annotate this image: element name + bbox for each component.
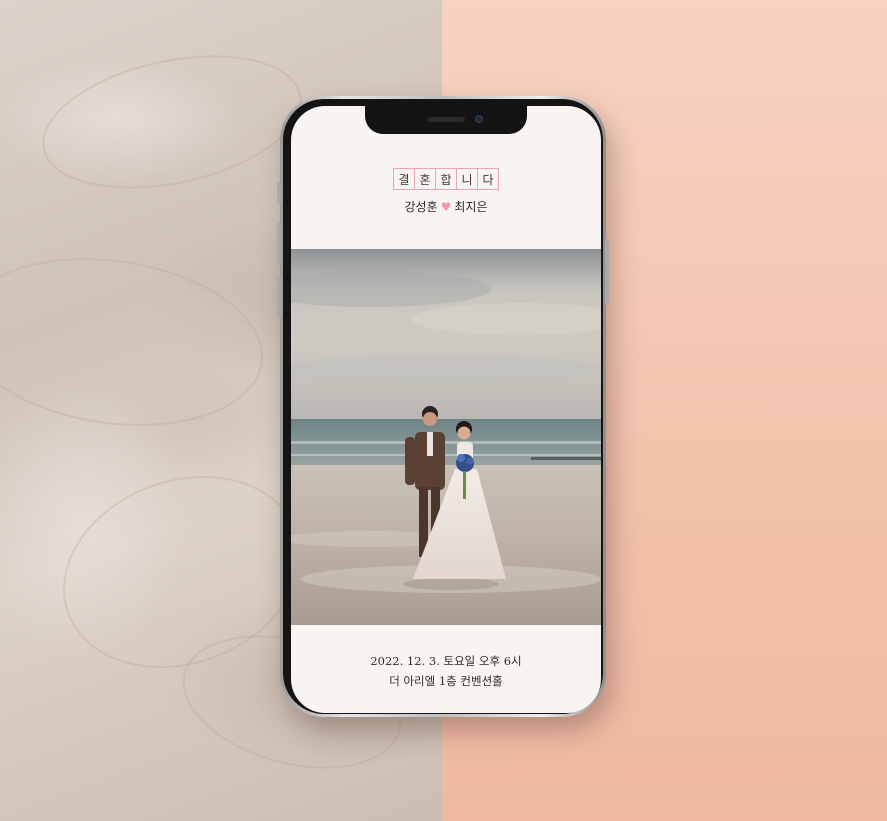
marble-vein <box>29 33 315 211</box>
heart-icon: ♥ <box>440 200 452 214</box>
speaker-icon <box>427 117 465 122</box>
camera-icon <box>475 115 483 123</box>
mute-switch <box>277 182 281 204</box>
title-char: 혼 <box>415 168 436 190</box>
phone-notch <box>365 106 527 134</box>
event-venue: 더 아리엘 1층 컨벤션홀 <box>389 674 503 688</box>
groom-name: 강성훈 <box>404 200 438 214</box>
mockup-scene: 결 혼 합 니 다 강성훈 ♥ 최지은 2022. 12. 3. 토요일 오후 … <box>0 0 887 821</box>
invitation-title: 결 혼 합 니 다 <box>291 168 601 190</box>
title-char: 니 <box>457 168 478 190</box>
bride-name: 최지은 <box>454 200 488 214</box>
title-char: 결 <box>394 168 415 190</box>
title-char: 다 <box>478 168 499 190</box>
marble-vein <box>0 239 274 445</box>
phone-bezel: 결 혼 합 니 다 강성훈 ♥ 최지은 2022. 12. 3. 토요일 오후 … <box>283 99 603 714</box>
wedding-photo <box>291 249 601 625</box>
title-char: 합 <box>436 168 457 190</box>
event-date-time: 2022. 12. 3. 토요일 오후 6시 <box>370 654 522 668</box>
power-button <box>605 238 609 304</box>
couple-names: 강성훈 ♥ 최지은 <box>291 198 601 215</box>
volume-up-button <box>277 222 281 264</box>
phone-screen: 결 혼 합 니 다 강성훈 ♥ 최지은 2022. 12. 3. 토요일 오후 … <box>291 106 601 713</box>
title-grid: 결 혼 합 니 다 <box>393 168 499 190</box>
event-info: 2022. 12. 3. 토요일 오후 6시 더 아리엘 1층 컨벤션홀 <box>291 651 601 691</box>
phone-frame: 결 혼 합 니 다 강성훈 ♥ 최지은 2022. 12. 3. 토요일 오후 … <box>277 96 609 717</box>
volume-down-button <box>277 276 281 318</box>
